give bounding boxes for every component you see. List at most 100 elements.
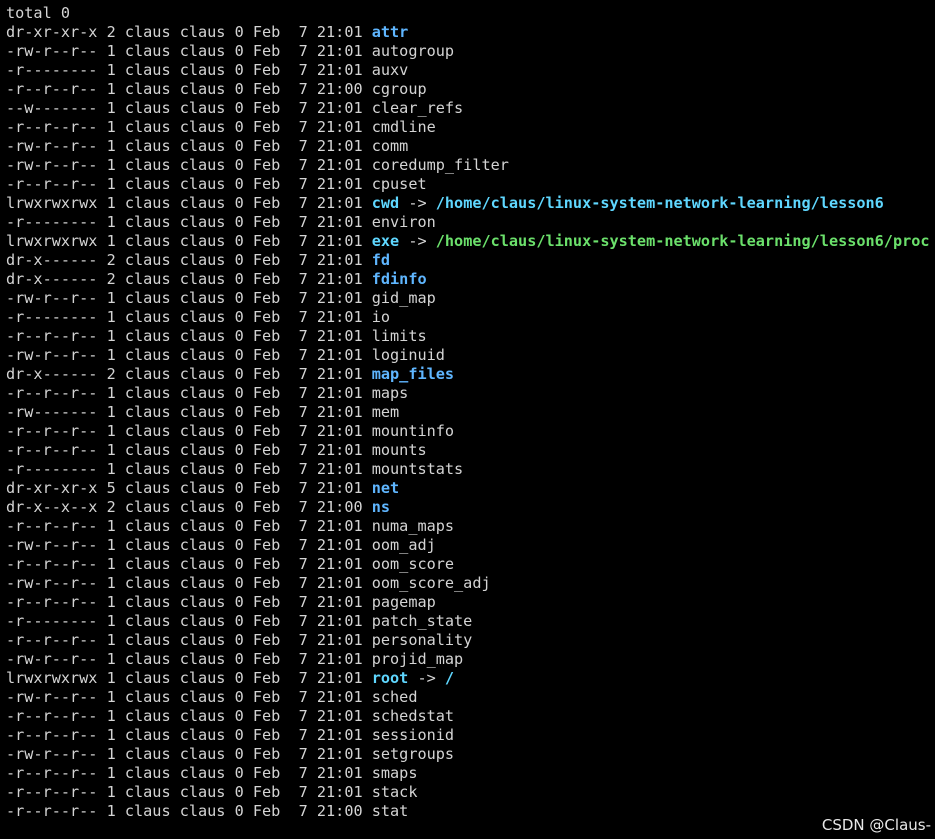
listing-row: dr-x------ 2 claus claus 0 Feb 7 21:01 m… bbox=[6, 365, 935, 384]
entry-name: environ bbox=[371, 213, 436, 231]
file-listing: dr-xr-xr-x 2 claus claus 0 Feb 7 21:01 a… bbox=[6, 23, 935, 821]
terminal-output: total 0 dr-xr-xr-x 2 claus claus 0 Feb 7… bbox=[6, 4, 935, 821]
entry-name: attr bbox=[371, 23, 409, 41]
entry-name: maps bbox=[371, 384, 409, 402]
entry-name: oom_adj bbox=[371, 536, 436, 554]
listing-row: -r--r--r-- 1 claus claus 0 Feb 7 21:01 n… bbox=[6, 517, 935, 536]
entry-metadata: -r--r--r-- 1 claus claus 0 Feb 7 21:01 bbox=[6, 175, 372, 193]
listing-row: --w------- 1 claus claus 0 Feb 7 21:01 c… bbox=[6, 99, 935, 118]
entry-metadata: -r--r--r-- 1 claus claus 0 Feb 7 21:01 bbox=[6, 707, 372, 725]
listing-row: -rw-r--r-- 1 claus claus 0 Feb 7 21:01 l… bbox=[6, 346, 935, 365]
listing-row: -r--r--r-- 1 claus claus 0 Feb 7 21:01 p… bbox=[6, 631, 935, 650]
listing-row: -r-------- 1 claus claus 0 Feb 7 21:01 m… bbox=[6, 460, 935, 479]
entry-metadata: -rw-r--r-- 1 claus claus 0 Feb 7 21:01 bbox=[6, 745, 372, 763]
listing-row: -rw-r--r-- 1 claus claus 0 Feb 7 21:01 c… bbox=[6, 156, 935, 175]
entry-name: mountstats bbox=[371, 460, 464, 478]
entry-metadata: lrwxrwxrwx 1 claus claus 0 Feb 7 21:01 bbox=[6, 194, 372, 212]
entry-name: schedstat bbox=[371, 707, 455, 725]
entry-metadata: -r--r--r-- 1 claus claus 0 Feb 7 21:01 bbox=[6, 631, 372, 649]
entry-name: fdinfo bbox=[371, 270, 427, 288]
entry-metadata: -r--r--r-- 1 claus claus 0 Feb 7 21:01 bbox=[6, 422, 372, 440]
listing-row: -r--r--r-- 1 claus claus 0 Feb 7 21:01 s… bbox=[6, 726, 935, 745]
entry-metadata: -r--r--r-- 1 claus claus 0 Feb 7 21:01 bbox=[6, 783, 372, 801]
entry-metadata: dr-x------ 2 claus claus 0 Feb 7 21:01 bbox=[6, 365, 372, 383]
entry-metadata: -r-------- 1 claus claus 0 Feb 7 21:01 bbox=[6, 308, 372, 326]
entry-name: mountinfo bbox=[371, 422, 455, 440]
listing-row: -r--r--r-- 1 claus claus 0 Feb 7 21:01 s… bbox=[6, 707, 935, 726]
entry-name: coredump_filter bbox=[371, 156, 509, 174]
listing-row: -r--r--r-- 1 claus claus 0 Feb 7 21:01 m… bbox=[6, 384, 935, 403]
entry-name: sched bbox=[371, 688, 418, 706]
listing-row: -r-------- 1 claus claus 0 Feb 7 21:01 i… bbox=[6, 308, 935, 327]
entry-name: loginuid bbox=[371, 346, 445, 364]
entry-metadata: -rw-r--r-- 1 claus claus 0 Feb 7 21:01 bbox=[6, 650, 372, 668]
entry-metadata: -r--r--r-- 1 claus claus 0 Feb 7 21:00 bbox=[6, 802, 372, 820]
entry-name: exe bbox=[371, 232, 400, 250]
entry-metadata: -rw-r--r-- 1 claus claus 0 Feb 7 21:01 bbox=[6, 574, 372, 592]
listing-row: -r-------- 1 claus claus 0 Feb 7 21:01 p… bbox=[6, 612, 935, 631]
entry-metadata: dr-xr-xr-x 2 claus claus 0 Feb 7 21:01 bbox=[6, 23, 372, 41]
entry-metadata: -r--r--r-- 1 claus claus 0 Feb 7 21:01 bbox=[6, 764, 372, 782]
entry-name: cmdline bbox=[371, 118, 436, 136]
listing-row: lrwxrwxrwx 1 claus claus 0 Feb 7 21:01 e… bbox=[6, 232, 935, 251]
listing-row: dr-x------ 2 claus claus 0 Feb 7 21:01 f… bbox=[6, 251, 935, 270]
entry-name: smaps bbox=[371, 764, 418, 782]
listing-row: -r--r--r-- 1 claus claus 0 Feb 7 21:01 c… bbox=[6, 118, 935, 137]
entry-name: numa_maps bbox=[371, 517, 455, 535]
entry-metadata: -r--r--r-- 1 claus claus 0 Feb 7 21:01 bbox=[6, 327, 372, 345]
listing-row: -r--r--r-- 1 claus claus 0 Feb 7 21:01 m… bbox=[6, 422, 935, 441]
entry-metadata: -r-------- 1 claus claus 0 Feb 7 21:01 bbox=[6, 460, 372, 478]
entry-name: fd bbox=[371, 251, 391, 269]
entry-name: personality bbox=[371, 631, 473, 649]
entry-name: stat bbox=[371, 802, 409, 820]
symlink-target: / bbox=[444, 669, 455, 687]
listing-row: dr-x------ 2 claus claus 0 Feb 7 21:01 f… bbox=[6, 270, 935, 289]
listing-row: -rw------- 1 claus claus 0 Feb 7 21:01 m… bbox=[6, 403, 935, 422]
symlink-target: /home/claus/linux-system-network-learnin… bbox=[435, 232, 930, 250]
entry-metadata: -rw-r--r-- 1 claus claus 0 Feb 7 21:01 bbox=[6, 346, 372, 364]
entry-metadata: -rw-r--r-- 1 claus claus 0 Feb 7 21:01 bbox=[6, 536, 372, 554]
entry-metadata: -r--r--r-- 1 claus claus 0 Feb 7 21:00 bbox=[6, 80, 372, 98]
listing-row: -rw-r--r-- 1 claus claus 0 Feb 7 21:01 a… bbox=[6, 42, 935, 61]
entry-name: setgroups bbox=[371, 745, 455, 763]
entry-metadata: lrwxrwxrwx 1 claus claus 0 Feb 7 21:01 bbox=[6, 669, 372, 687]
entry-metadata: -r-------- 1 claus claus 0 Feb 7 21:01 bbox=[6, 213, 372, 231]
entry-name: stack bbox=[371, 783, 418, 801]
entry-name: limits bbox=[371, 327, 427, 345]
symlink-target: /home/claus/linux-system-network-learnin… bbox=[435, 194, 884, 212]
watermark: CSDN @Claus- bbox=[821, 816, 931, 834]
entry-name: auxv bbox=[371, 61, 409, 79]
entry-name: pagemap bbox=[371, 593, 436, 611]
entry-name: oom_score_adj bbox=[371, 574, 491, 592]
listing-row: dr-xr-xr-x 5 claus claus 0 Feb 7 21:01 n… bbox=[6, 479, 935, 498]
listing-row: dr-xr-xr-x 2 claus claus 0 Feb 7 21:01 a… bbox=[6, 23, 935, 42]
listing-row: -r--r--r-- 1 claus claus 0 Feb 7 21:01 l… bbox=[6, 327, 935, 346]
entry-name: net bbox=[371, 479, 400, 497]
entry-metadata: -r--r--r-- 1 claus claus 0 Feb 7 21:01 bbox=[6, 726, 372, 744]
entry-metadata: -r--r--r-- 1 claus claus 0 Feb 7 21:01 bbox=[6, 441, 372, 459]
entry-name: sessionid bbox=[371, 726, 455, 744]
entry-metadata: dr-x--x--x 2 claus claus 0 Feb 7 21:00 bbox=[6, 498, 372, 516]
entry-metadata: -r--r--r-- 1 claus claus 0 Feb 7 21:01 bbox=[6, 555, 372, 573]
listing-row: dr-x--x--x 2 claus claus 0 Feb 7 21:00 n… bbox=[6, 498, 935, 517]
entry-name: cgroup bbox=[371, 80, 427, 98]
symlink-arrow: -> bbox=[399, 194, 436, 212]
entry-name: clear_refs bbox=[371, 99, 464, 117]
listing-row: -r--r--r-- 1 claus claus 0 Feb 7 21:01 o… bbox=[6, 555, 935, 574]
listing-row: -r-------- 1 claus claus 0 Feb 7 21:01 e… bbox=[6, 213, 935, 232]
entry-metadata: -r--r--r-- 1 claus claus 0 Feb 7 21:01 bbox=[6, 593, 372, 611]
entry-metadata: -rw-r--r-- 1 claus claus 0 Feb 7 21:01 bbox=[6, 42, 372, 60]
entry-name: autogroup bbox=[371, 42, 455, 60]
entry-name: gid_map bbox=[371, 289, 436, 307]
listing-row: -r--r--r-- 1 claus claus 0 Feb 7 21:00 s… bbox=[6, 802, 935, 821]
entry-metadata: dr-xr-xr-x 5 claus claus 0 Feb 7 21:01 bbox=[6, 479, 372, 497]
listing-row: -rw-r--r-- 1 claus claus 0 Feb 7 21:01 o… bbox=[6, 574, 935, 593]
entry-name: mem bbox=[371, 403, 400, 421]
entry-metadata: dr-x------ 2 claus claus 0 Feb 7 21:01 bbox=[6, 251, 372, 269]
entry-name: patch_state bbox=[371, 612, 473, 630]
listing-row: -rw-r--r-- 1 claus claus 0 Feb 7 21:01 g… bbox=[6, 289, 935, 308]
entry-name: mounts bbox=[371, 441, 427, 459]
entry-metadata: -r-------- 1 claus claus 0 Feb 7 21:01 bbox=[6, 612, 372, 630]
entry-name: map_files bbox=[371, 365, 455, 383]
entry-name: root bbox=[371, 669, 409, 687]
